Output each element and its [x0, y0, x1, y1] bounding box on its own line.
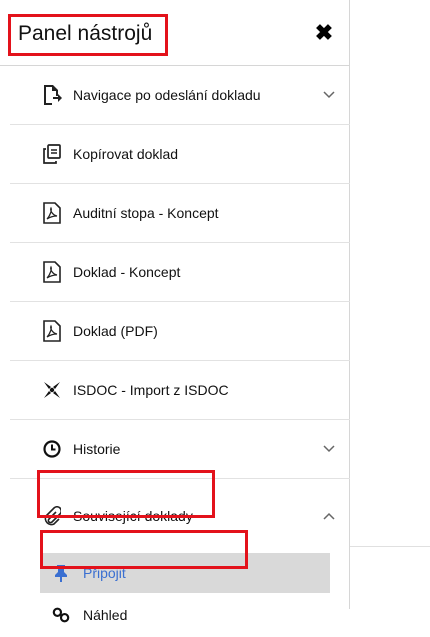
- menu-item-label: Doklad (PDF): [73, 323, 158, 339]
- pdf-icon: [41, 202, 63, 224]
- menu-item-label: Auditní stopa - Koncept: [73, 205, 219, 221]
- chevron-down-icon[interactable]: [322, 88, 336, 102]
- menu-item-navigation[interactable]: Navigace po odeslání dokladu: [10, 66, 350, 125]
- pdf-icon: [41, 261, 63, 283]
- close-icon[interactable]: ✖: [312, 20, 336, 45]
- copy-icon: [41, 143, 63, 165]
- tools-panel: Panel nástrojů ✖ Navigace po odeslání do…: [0, 0, 350, 623]
- menu-item-history[interactable]: Historie: [10, 420, 350, 479]
- menu-item-copy[interactable]: Kopírovat doklad: [10, 125, 350, 184]
- panel-header: Panel nástrojů ✖: [0, 0, 350, 66]
- menu-item-label: Související doklady: [73, 508, 193, 524]
- clock-icon: [41, 438, 63, 460]
- menu-item-document-pdf[interactable]: Doklad (PDF): [10, 302, 350, 361]
- submenu-item-preview[interactable]: Náhled: [40, 593, 330, 637]
- menu-item-label: Navigace po odeslání dokladu: [73, 87, 261, 103]
- pdf-icon: [41, 320, 63, 342]
- submenu-item-attach[interactable]: Připojit: [40, 553, 330, 593]
- isdoc-icon: [41, 379, 63, 401]
- menu-item-label: Historie: [73, 441, 121, 457]
- panel-title: Panel nástrojů: [18, 22, 153, 45]
- paperclip-icon: [41, 505, 63, 527]
- tools-list: Navigace po odeslání dokladu Kopírovat d…: [0, 66, 350, 637]
- menu-item-label: Kopírovat doklad: [73, 146, 179, 162]
- document-export-icon: [41, 84, 63, 106]
- menu-item-label: Doklad - Koncept: [73, 264, 181, 280]
- submenu-item-label: Připojit: [83, 565, 126, 581]
- pin-icon: [52, 564, 70, 582]
- chevron-up-icon[interactable]: [322, 509, 336, 523]
- menu-item-related-documents[interactable]: Související doklady: [10, 479, 350, 553]
- menu-item-audit-trail[interactable]: Auditní stopa - Koncept: [10, 184, 350, 243]
- menu-item-document-draft[interactable]: Doklad - Koncept: [10, 243, 350, 302]
- divider: [350, 546, 430, 547]
- menu-item-label: ISDOC - Import z ISDOC: [73, 382, 229, 398]
- chevron-down-icon[interactable]: [322, 442, 336, 456]
- submenu-item-label: Náhled: [83, 607, 128, 623]
- menu-item-isdoc-import[interactable]: ISDOC - Import z ISDOC: [10, 361, 350, 420]
